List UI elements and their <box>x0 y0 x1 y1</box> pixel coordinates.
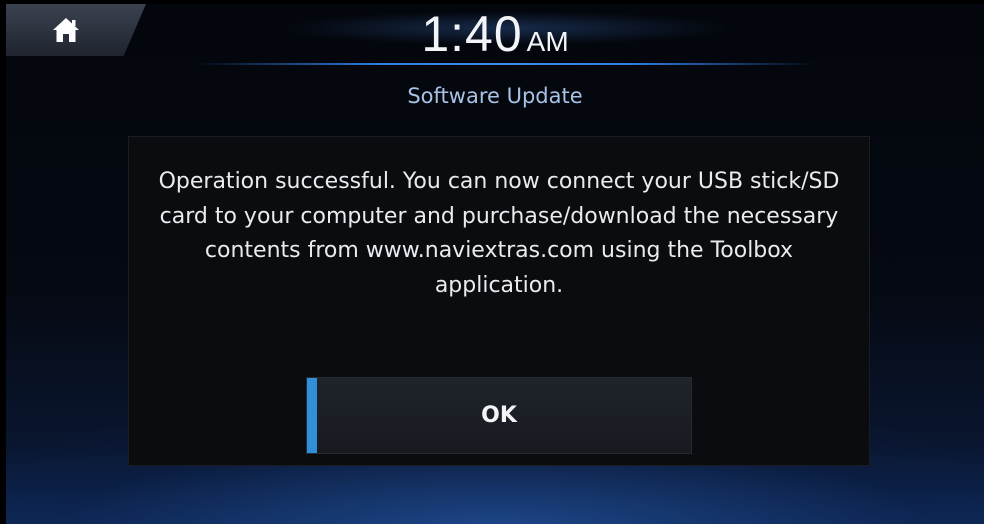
dialog-message: Operation successful. You can now connec… <box>158 169 840 298</box>
infotainment-screen: 1:40 AM Software Update Operation success… <box>6 4 984 524</box>
page-title: Software Update <box>407 84 583 108</box>
clock-underline <box>196 63 816 65</box>
update-dialog: Operation successful. You can now connec… <box>128 136 870 466</box>
ok-button-accent <box>307 378 317 453</box>
clock-time: 1:40 <box>421 6 523 62</box>
clock-ampm: AM <box>526 26 569 57</box>
ok-button-label: OK <box>481 403 517 428</box>
clock: 1:40 AM <box>6 4 984 64</box>
ok-button[interactable]: OK <box>306 377 692 454</box>
